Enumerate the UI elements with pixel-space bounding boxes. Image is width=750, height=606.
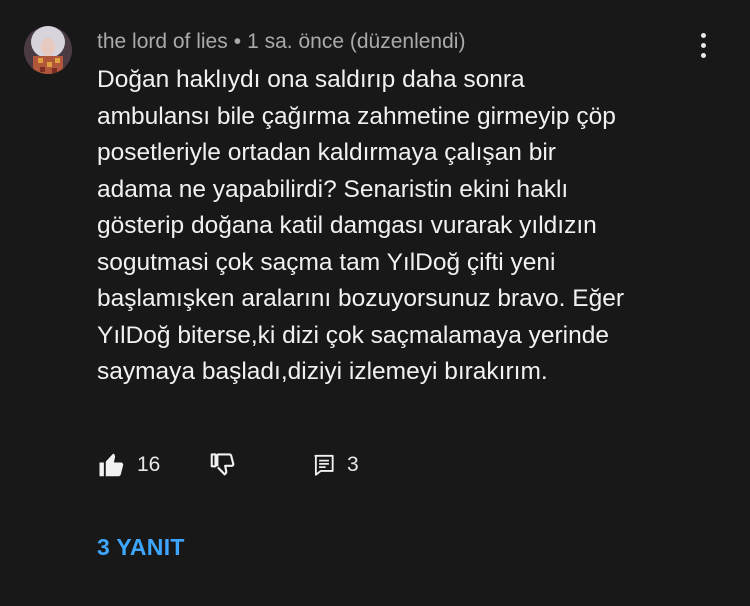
thumbs-down-icon [210,453,235,476]
view-replies-button[interactable]: 3 YANIT [97,534,185,561]
thumbs-up-icon [99,453,124,477]
comment-icon [314,454,334,476]
author-name[interactable]: the lord of lies [97,30,228,53]
meta-separator: • [233,30,242,53]
timestamp[interactable]: 1 sa. önce [247,30,344,53]
comment-meta: the lord of lies • 1 sa. önce (düzenlendi) [97,28,465,56]
like-count: 16 [137,453,161,476]
like-button[interactable]: 16 [97,448,160,482]
comment-actions: 16 3 [97,448,497,482]
avatar-image [24,26,72,74]
kebab-menu-icon[interactable] [688,28,718,62]
reply-count: 3 [347,453,359,476]
dislike-button[interactable] [208,448,238,482]
comment-text: Doğan haklıydı ona saldırıp daha sonra a… [97,66,625,385]
avatar[interactable] [24,26,72,74]
reply-button[interactable]: 3 [311,448,359,482]
edited-label: (düzenlendi) [349,30,466,53]
